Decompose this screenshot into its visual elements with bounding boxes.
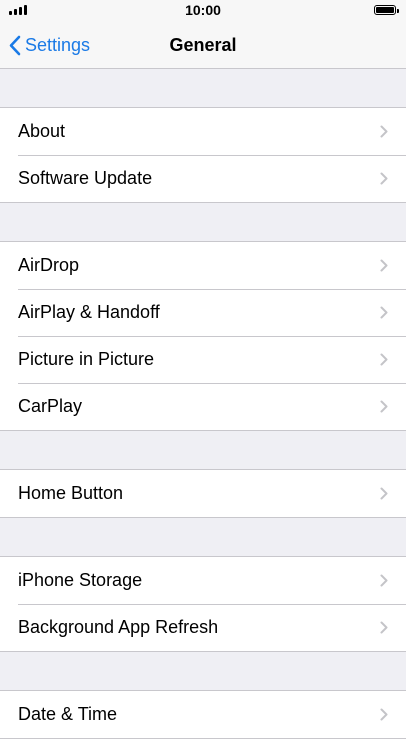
row-label: Background App Refresh: [18, 617, 219, 637]
row-date-time[interactable]: Date & Time: [0, 691, 406, 738]
settings-group-1: About Software Update: [0, 107, 406, 203]
row-airplay-handoff[interactable]: AirPlay & Handoff: [0, 289, 406, 336]
settings-group-5: Date & Time: [0, 690, 406, 739]
chevron-right-icon: [380, 708, 388, 721]
settings-group-2: AirDrop AirPlay & Handoff Picture in Pic…: [0, 241, 406, 431]
battery-icon: [374, 5, 399, 15]
row-label: iPhone Storage: [18, 570, 143, 590]
chevron-right-icon: [380, 487, 388, 500]
row-label: AirDrop: [18, 255, 80, 275]
row-label: Software Update: [18, 168, 153, 188]
settings-list: About Software Update AirDrop AirPlay & …: [0, 69, 406, 739]
status-bar: 10:00: [0, 0, 406, 22]
row-home-button[interactable]: Home Button: [0, 470, 406, 517]
row-background-app-refresh[interactable]: Background App Refresh: [0, 604, 406, 651]
chevron-right-icon: [380, 621, 388, 634]
row-picture-in-picture[interactable]: Picture in Picture: [0, 336, 406, 383]
row-carplay[interactable]: CarPlay: [0, 383, 406, 430]
row-iphone-storage[interactable]: iPhone Storage: [0, 557, 406, 604]
chevron-right-icon: [380, 306, 388, 319]
row-label: Picture in Picture: [18, 349, 155, 369]
chevron-right-icon: [380, 353, 388, 366]
row-software-update[interactable]: Software Update: [0, 155, 406, 202]
chevron-right-icon: [380, 259, 388, 272]
page-title: General: [169, 35, 237, 55]
navigation-bar: Settings General: [0, 22, 406, 69]
settings-group-4: iPhone Storage Background App Refresh: [0, 556, 406, 652]
chevron-right-icon: [380, 574, 388, 587]
status-time: 10:00: [185, 2, 221, 18]
row-label: AirPlay & Handoff: [18, 302, 160, 322]
chevron-right-icon: [380, 125, 388, 138]
chevron-right-icon: [380, 172, 388, 185]
row-about[interactable]: About: [0, 108, 406, 155]
row-label: CarPlay: [18, 396, 83, 416]
settings-group-3: Home Button: [0, 469, 406, 518]
row-label: Home Button: [18, 483, 124, 503]
row-label: About: [18, 121, 66, 141]
row-airdrop[interactable]: AirDrop: [0, 242, 406, 289]
chevron-right-icon: [380, 400, 388, 413]
